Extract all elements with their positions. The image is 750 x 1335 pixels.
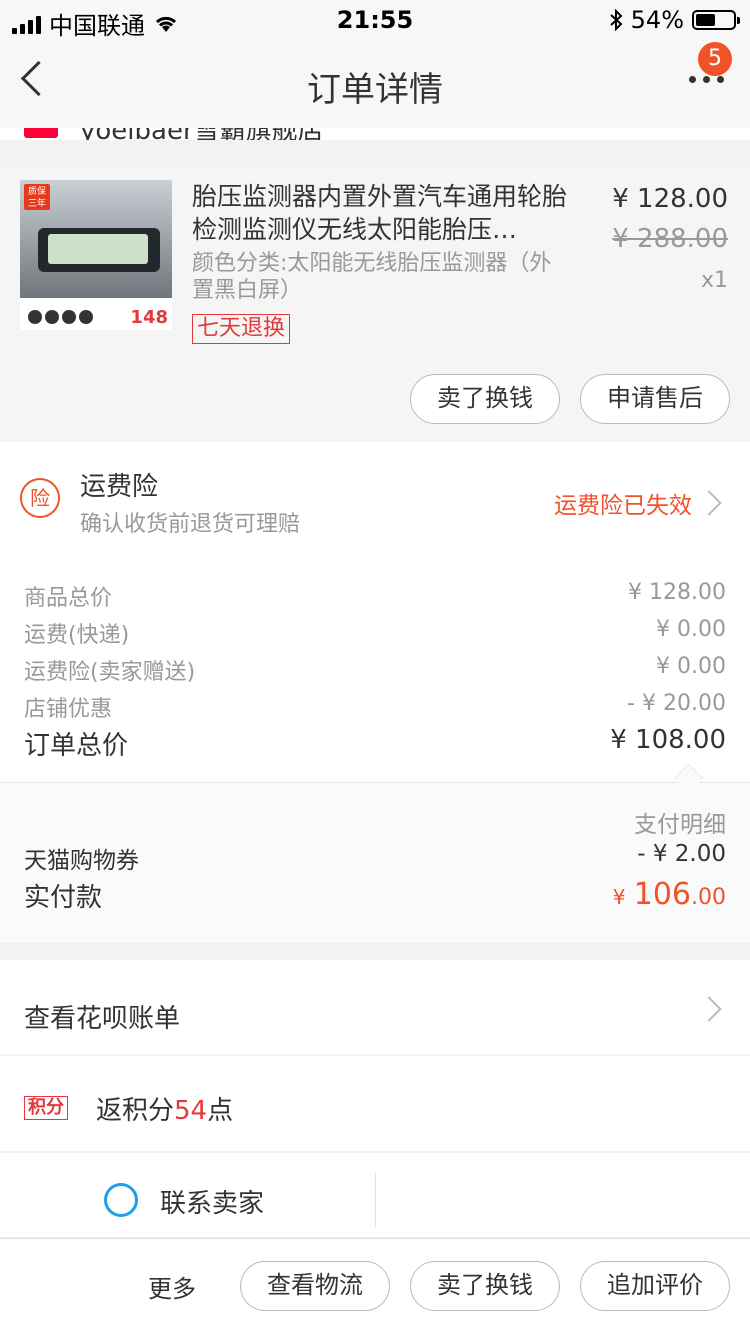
after-sale-button[interactable]: 申请售后 (580, 374, 730, 424)
battery-level (696, 14, 716, 26)
insurance-subtitle: 确认收货前退货可理赔 (80, 512, 301, 537)
status-bar: 中国联通 21:55 54% (0, 0, 750, 40)
nav-bar: 订单详情 5 (0, 40, 750, 128)
total-value: ¥ 108.00 (610, 725, 726, 755)
actual-paid-row: 实付款 ¥ 106.00 (24, 877, 726, 914)
row-label: 店铺优惠 (24, 697, 113, 722)
view-logistics-button[interactable]: 查看物流 (240, 1261, 390, 1311)
coupon-value: - ¥ 2.00 (637, 841, 726, 867)
return-policy-tag: 七天退换 (192, 314, 291, 344)
insurance-title: 运费险 (80, 472, 159, 502)
product-price: ¥ 128.00 (612, 184, 728, 214)
product-sku: 颜色分类:太阳能无线胎压监测器（外置黑白屏） (192, 251, 552, 303)
page-title: 订单详情 (307, 70, 443, 110)
shop-name: yoelbaer雪霸旗舰店 (80, 128, 324, 140)
payment-detail-section: 支付明细 天猫购物券 - ¥ 2.00 实付款 ¥ 106.00 (0, 782, 750, 943)
points-text: 返积分54点 (96, 1096, 234, 1126)
huabei-bill-row[interactable]: 查看花呗账单 (0, 960, 750, 1054)
bottom-action-bar: 更多 查看物流 卖了换钱 追加评价 (0, 1238, 750, 1335)
payment-detail-link[interactable]: 支付明细 (634, 805, 726, 839)
more-button[interactable]: 更多 (148, 1269, 196, 1304)
row-value: ¥ 0.00 (656, 617, 726, 642)
battery-percent: 54% (630, 6, 684, 34)
insurance-icon: 险 (20, 478, 60, 518)
battery-icon (692, 10, 740, 30)
original-price: ¥ 288.00 (612, 224, 728, 254)
points-tag: 积分 (24, 1096, 68, 1120)
actual-price: ¥ 106.00 (612, 877, 726, 912)
contact-row: 联系卖家 (0, 1153, 750, 1237)
product-title: 胎压监测器内置外置汽车通用轮胎检测监测仪无线太阳能胎压… (192, 182, 568, 244)
payment-detail-link-row: 支付明细 (24, 805, 726, 839)
row-value: ¥ 128.00 (628, 580, 726, 605)
actual-label: 实付款 (24, 883, 103, 913)
product-card[interactable]: 质保三年 148 胎压监测器内置外置汽车通用轮胎检测监测仪无线太阳能胎压… 颜色… (0, 168, 750, 442)
chevron-right-icon (696, 996, 722, 1022)
contact-seller-button[interactable]: 联系卖家 (160, 1183, 264, 1220)
sell-again-button[interactable]: 卖了换钱 (410, 1261, 560, 1311)
product-quantity: x1 (700, 268, 728, 293)
summary-row: 店铺优惠 - ¥ 20.00 (24, 691, 726, 723)
summary-row: 运费(快递) ¥ 0.00 (24, 617, 726, 649)
product-image: 质保三年 148 (20, 180, 172, 330)
row-label: 运费险(卖家赠送) (24, 660, 196, 685)
notification-badge: 5 (698, 42, 732, 76)
coupon-row: 天猫购物券 - ¥ 2.00 (24, 841, 726, 875)
row-value: ¥ 0.00 (656, 654, 726, 679)
status-right: 54% (609, 6, 740, 34)
tmall-tag-icon (24, 128, 58, 138)
row-value: - ¥ 20.00 (627, 691, 726, 716)
row-label: 商品总价 (24, 586, 113, 611)
shop-header[interactable]: yoelbaer雪霸旗舰店 (0, 128, 750, 140)
warranty-tag: 质保三年 (24, 184, 50, 210)
tyre-sensors-icon (28, 310, 93, 324)
points-row: 积分 返积分54点 (0, 1056, 750, 1151)
add-review-button[interactable]: 追加评价 (580, 1261, 730, 1311)
chat-face-icon (104, 1183, 138, 1217)
huabei-label: 查看花呗账单 (24, 1004, 181, 1034)
bluetooth-icon (609, 9, 623, 31)
chevron-right-icon (696, 490, 722, 516)
promo-price: 148 (130, 307, 168, 328)
more-menu-icon[interactable] (689, 76, 724, 83)
sell-button[interactable]: 卖了换钱 (410, 374, 560, 424)
row-label: 运费(快递) (24, 623, 130, 648)
order-total-row: 订单总价 ¥ 108.00 (24, 725, 726, 762)
total-label: 订单总价 (24, 731, 129, 761)
summary-row: 商品总价 ¥ 128.00 (24, 580, 726, 612)
insurance-status[interactable]: 运费险已失效 (554, 486, 692, 520)
divider (375, 1173, 376, 1227)
coupon-label: 天猫购物券 (24, 848, 139, 874)
summary-row: 运费险(卖家赠送) ¥ 0.00 (24, 654, 726, 686)
